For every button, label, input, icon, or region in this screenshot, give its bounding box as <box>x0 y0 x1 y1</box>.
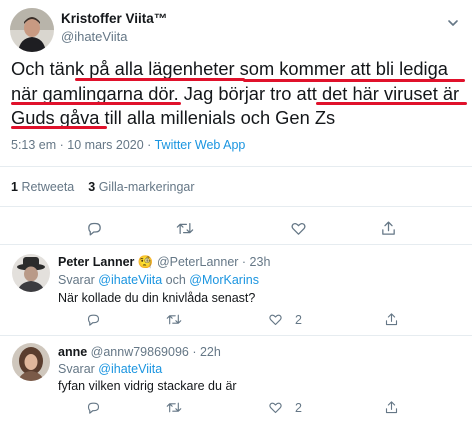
reply-button[interactable] <box>86 400 101 415</box>
like-icon <box>269 314 282 326</box>
replying-and: och <box>162 273 190 287</box>
reply-button[interactable] <box>86 312 101 327</box>
like-count: 2 <box>295 400 302 415</box>
retweet-icon <box>166 314 182 325</box>
reply-handle-time[interactable]: @annw79869096 · 22h <box>87 345 221 359</box>
author-name[interactable]: Kristoffer Viita™ <box>61 11 167 26</box>
retweet-icon <box>176 223 194 234</box>
retweet-icon <box>166 402 182 413</box>
replying-prefix: Svarar <box>58 362 99 376</box>
share-button[interactable] <box>384 312 399 327</box>
like-count: 2 <box>295 312 302 327</box>
reply-avatar[interactable] <box>12 254 50 292</box>
retweets-count: 1 <box>11 180 18 194</box>
author-handle[interactable]: @ihateViita <box>61 29 127 44</box>
share-icon <box>385 313 398 326</box>
emoji: 🧐 <box>137 255 154 269</box>
main-tweet: Kristoffer Viita™ @ihateViita Och tänk p… <box>0 0 472 236</box>
reply-tweet[interactable]: anne @annw79869096 · 22h Svarar @ihateVi… <box>0 336 472 421</box>
reply-icon <box>88 222 101 236</box>
share-icon <box>385 401 398 414</box>
retweet-button[interactable] <box>176 220 194 237</box>
likes-stat[interactable]: 3 Gilla-markeringar <box>88 180 194 194</box>
likes-label: Gilla-markeringar <box>98 180 195 194</box>
share-button[interactable] <box>380 220 397 237</box>
retweet-button[interactable] <box>166 312 182 327</box>
tweet-stats: 1 Retweeta 3 Gilla-markeringar <box>11 180 195 194</box>
divider <box>0 206 472 207</box>
reply-text: fyfan vilken vidrig stackare du är <box>58 379 237 393</box>
divider <box>0 166 472 167</box>
highlight-underline <box>11 102 181 105</box>
highlight-underline <box>75 78 245 81</box>
share-icon <box>382 221 395 235</box>
highlight-underline <box>243 79 465 82</box>
tweet-timestamp: 5:13 em · 10 mars 2020 · Twitter Web App <box>11 138 245 152</box>
reply-button[interactable] <box>86 220 103 237</box>
replying-to: Svarar @ihateViita <box>58 362 162 376</box>
likes-count: 3 <box>88 180 96 194</box>
reply-icon <box>87 314 100 326</box>
mention-link[interactable]: @ihateViita <box>98 273 162 287</box>
like-icon <box>269 402 282 414</box>
highlight-underline <box>316 102 467 105</box>
reply-author-name[interactable]: anne <box>58 345 87 359</box>
retweets-stat[interactable]: 1 Retweeta <box>11 180 74 194</box>
retweets-label: Retweeta <box>21 180 75 194</box>
author-avatar[interactable] <box>10 8 54 52</box>
highlight-underline <box>11 126 107 129</box>
chevron-down-icon[interactable] <box>447 16 459 28</box>
share-button[interactable] <box>384 400 399 415</box>
like-button[interactable]: 2 <box>268 312 302 327</box>
like-button[interactable] <box>290 220 307 237</box>
replying-prefix: Svarar <box>58 273 99 287</box>
mention-link[interactable]: @MorKarins <box>189 273 259 287</box>
replying-to: Svarar @ihateViita och @MorKarins <box>58 273 259 287</box>
like-button[interactable]: 2 <box>268 400 302 415</box>
reply-avatar[interactable] <box>12 343 50 381</box>
reply-icon <box>87 402 100 414</box>
retweet-button[interactable] <box>166 400 182 415</box>
reply-header: anne @annw79869096 · 22h <box>58 345 221 359</box>
reply-text: När kollade du din knivlåda senast? <box>58 291 256 305</box>
mention-link[interactable]: @ihateViita <box>98 362 162 376</box>
tweet-text: Och tänk på alla lägenheter som kommer a… <box>11 57 466 131</box>
timestamp[interactable]: 5:13 em · 10 mars 2020 · <box>11 138 155 152</box>
reply-tweet[interactable]: Peter Lanner 🧐 @PeterLanner · 23h Svarar… <box>0 245 472 335</box>
reply-header: Peter Lanner 🧐 @PeterLanner · 23h <box>58 255 270 270</box>
reply-handle-time[interactable]: @PeterLanner · 23h <box>153 255 270 269</box>
reply-author-name[interactable]: Peter Lanner <box>58 255 134 269</box>
like-icon <box>291 222 306 235</box>
client-link[interactable]: Twitter Web App <box>155 138 246 152</box>
